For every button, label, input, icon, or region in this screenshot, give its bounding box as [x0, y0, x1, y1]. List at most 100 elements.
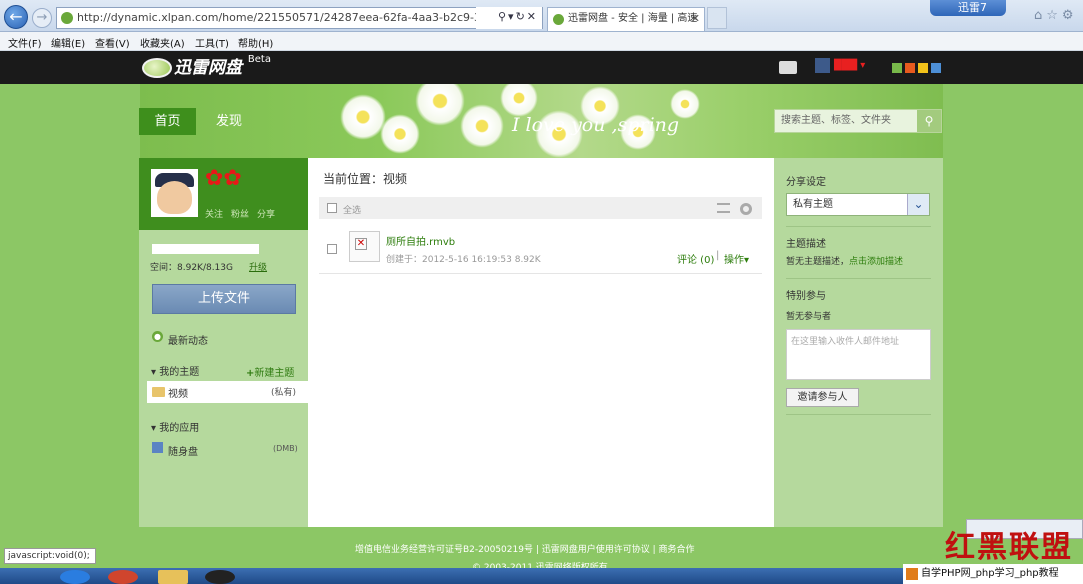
theme-swatch-green[interactable]: [892, 63, 902, 73]
top-avatar[interactable]: [815, 58, 830, 73]
list-toolbar: [319, 197, 762, 219]
theme-swatch-red[interactable]: [905, 63, 915, 73]
list-view-icon[interactable]: [717, 203, 730, 213]
file-checkbox[interactable]: [327, 244, 337, 254]
nav-discover-tab[interactable]: 发现: [207, 108, 251, 135]
chevron-down-icon[interactable]: ⌄: [907, 194, 929, 215]
redacted-scribble: ✿✿: [205, 166, 242, 191]
share-select[interactable]: 私有主题 ⌄: [786, 193, 930, 216]
tab-close-icon[interactable]: ✕: [691, 8, 700, 30]
ie-taskbar-icon[interactable]: [60, 570, 90, 584]
divider: [786, 414, 931, 415]
stat-follow[interactable]: 关注: [205, 207, 223, 220]
quota-text: 空间：8.92K/8.13G: [150, 263, 233, 273]
quota-bar: [152, 244, 259, 254]
activity-icon: ●: [152, 331, 163, 342]
divider: [786, 226, 931, 227]
folder-icon: [152, 387, 165, 397]
topic-desc: 暂无主题描述，点击添加描述: [786, 254, 903, 267]
tab-favicon-icon: [553, 14, 564, 25]
address-bar[interactable]: http://dynamic.xlpan.com/home/221550571/…: [56, 7, 543, 29]
share-select-value: 私有主题: [793, 199, 833, 210]
topic-desc-empty: 暂无主题描述，: [786, 257, 850, 267]
menu-bar: 文件(F) 编辑(E) 查看(V) 收藏夹(A) 工具(T) 帮助(H): [0, 32, 1083, 51]
topic-name: 视频: [168, 389, 188, 400]
divider: [786, 278, 931, 279]
username-redacted[interactable]: ███ ▾: [834, 60, 874, 72]
back-button[interactable]: ←: [4, 5, 28, 29]
file-name-link[interactable]: 厕所自拍.rmvb: [386, 233, 455, 248]
new-tab-button[interactable]: [707, 7, 727, 29]
tab-title: 迅雷网盘 - 安全 | 海量 | 高速: [568, 13, 698, 24]
address-text: http://dynamic.xlpan.com/home/221550571/…: [77, 11, 543, 24]
folder-taskbar-icon[interactable]: [158, 570, 188, 584]
my-topics-label: 我的主题: [159, 367, 200, 378]
forward-button[interactable]: →: [32, 8, 52, 28]
mail-icon[interactable]: [779, 61, 797, 74]
my-apps-label: 我的应用: [159, 423, 200, 434]
menu-edit[interactable]: 编辑(E): [51, 35, 85, 50]
search-placeholder: 搜索主题、标签、文件夹: [781, 115, 891, 126]
xunlei-button[interactable]: 迅雷7: [930, 0, 1006, 16]
home-star-gear-icons[interactable]: ⌂☆⚙: [1034, 8, 1080, 26]
menu-file[interactable]: 文件(F): [8, 35, 42, 50]
site-favicon-icon: [61, 12, 73, 24]
participants-title: 特别参与: [786, 291, 826, 302]
new-topic-label: 新建主题: [254, 368, 295, 379]
upload-button[interactable]: 上传文件: [152, 284, 296, 314]
invite-email-field[interactable]: 在这里输入收件人邮件地址: [786, 329, 931, 380]
file-action-menu[interactable]: 操作▾: [724, 251, 749, 266]
theme-swatch-blue[interactable]: [931, 63, 941, 73]
site-logo[interactable]: 迅雷网盘 Beta: [140, 53, 290, 83]
file-comment-link[interactable]: 评论 (0): [677, 251, 714, 266]
add-desc-link[interactable]: 点击添加描述: [849, 257, 903, 267]
address-controls[interactable]: ⚲▾↻✕: [476, 7, 542, 29]
stat-share[interactable]: 分享: [257, 207, 275, 220]
avatar[interactable]: [151, 169, 198, 217]
invite-button[interactable]: 邀请参与人: [786, 388, 859, 407]
watermark-php-text: 自学PHP网_php学习_php教程: [921, 568, 1059, 579]
menu-favorites[interactable]: 收藏夹(A): [140, 35, 185, 50]
watermark-red: 红黑联盟: [945, 530, 1073, 565]
logo-ball-icon: [142, 58, 172, 78]
topic-tag: (私有): [270, 388, 296, 398]
participants-empty: 暂无参与者: [786, 312, 832, 322]
my-apps-heading[interactable]: ▾ 我的应用: [151, 419, 199, 434]
menu-help[interactable]: 帮助(H): [238, 35, 273, 50]
site-search-input[interactable]: 搜索主题、标签、文件夹 ⚲: [774, 109, 942, 133]
php-logo-icon: [906, 568, 918, 580]
menu-tools[interactable]: 工具(T): [195, 35, 229, 50]
upgrade-link[interactable]: 升级: [249, 260, 267, 273]
new-topic-link[interactable]: +新建主题: [246, 364, 294, 379]
logo-badge: Beta: [247, 54, 271, 65]
disk-icon: [152, 442, 163, 453]
logo-text: 迅雷网盘: [174, 58, 242, 78]
watermark-php: 自学PHP网_php学习_php教程: [903, 564, 1083, 584]
status-bar: javascript:void(0);: [4, 548, 96, 564]
settings-gear-icon[interactable]: [740, 203, 752, 215]
select-all-label[interactable]: 全选: [343, 203, 361, 216]
file-meta: 创建于：2012-5-16 16:19:53 8.92K: [386, 255, 541, 265]
row-divider: [319, 273, 762, 274]
search-icon[interactable]: ⚲: [917, 110, 941, 132]
browser-tab[interactable]: 迅雷网盘 - 安全 | 海量 | 高速 ✕: [547, 7, 705, 31]
nav-home-tab[interactable]: 首页: [139, 108, 196, 135]
nav-activity[interactable]: 最新动态: [168, 332, 208, 347]
qq-taskbar-icon[interactable]: [205, 570, 235, 584]
divider: |: [716, 250, 720, 261]
share-settings-title: 分享设定: [786, 177, 826, 188]
file-action-label: 操作: [724, 255, 744, 266]
chrome-taskbar-icon[interactable]: [108, 570, 138, 584]
file-type-icon: ✕: [349, 231, 380, 262]
app-item-disk[interactable]: 随身盘: [168, 443, 198, 458]
stat-fans[interactable]: 粉丝: [231, 207, 249, 220]
breadcrumb: 当前位置：视频: [323, 172, 408, 186]
app-tag: (DMB): [273, 444, 298, 453]
select-all-checkbox[interactable]: [327, 203, 337, 213]
footer-links[interactable]: 增值电信业务经营许可证号B2-20050219号 | 迅雷网盘用户使用许可协议 …: [355, 542, 694, 555]
my-topics-heading[interactable]: ▾ 我的主题: [151, 363, 199, 378]
topic-item-video[interactable]: 视频 (私有): [147, 381, 308, 403]
menu-view[interactable]: 查看(V): [95, 35, 130, 50]
topic-desc-title: 主题描述: [786, 239, 826, 250]
theme-swatch-yellow[interactable]: [918, 63, 928, 73]
